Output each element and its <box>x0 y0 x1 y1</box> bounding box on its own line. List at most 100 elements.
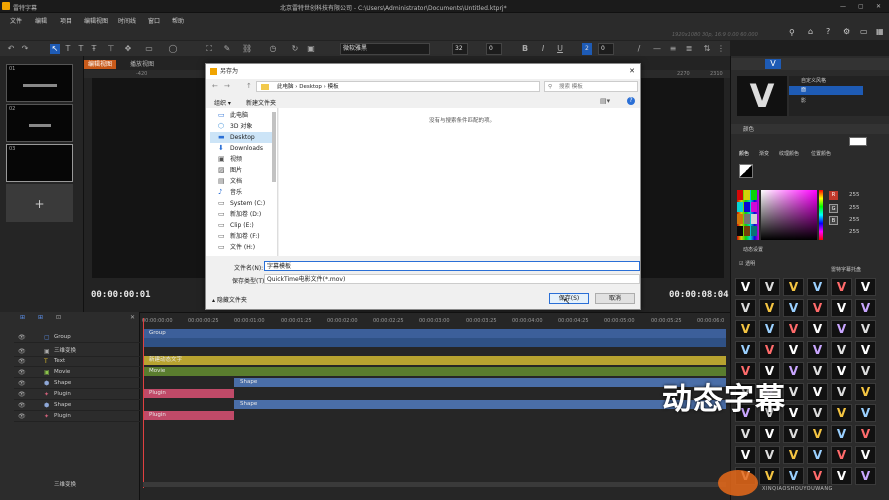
link-tool-icon[interactable]: ⛓ <box>242 44 252 54</box>
breadcrumb-desktop[interactable]: Desktop <box>299 84 322 90</box>
preset-tile[interactable]: V <box>831 320 852 338</box>
palette-swatch[interactable] <box>744 214 750 224</box>
nav-drive-e[interactable]: ▭ Clip (E:) <box>210 220 272 231</box>
color-grid[interactable] <box>737 190 759 240</box>
preset-tile[interactable]: V <box>783 341 804 359</box>
nav-pictures[interactable]: ▨ 图片 <box>210 165 272 176</box>
pen-tool-icon[interactable]: ✎ <box>222 44 232 54</box>
close-icon[interactable]: ✕ <box>629 64 635 79</box>
preset-tile[interactable]: V <box>807 341 828 359</box>
align-right-icon[interactable]: ≡ <box>668 44 678 54</box>
preset-tile[interactable]: V <box>831 404 852 422</box>
filename-input[interactable]: 字幕模板 <box>264 261 640 271</box>
preset-tile[interactable]: V <box>759 299 780 317</box>
clip-plugin-1[interactable]: Plugin <box>143 389 234 398</box>
clip-plugin-2[interactable]: Plugin <box>143 411 234 420</box>
tab-texture-color[interactable]: 纹理颜色 <box>779 150 799 157</box>
settings-icon[interactable]: ⚙ <box>843 27 850 36</box>
font-family-select[interactable]: 微软雅黑 <box>340 43 430 55</box>
preset-tile[interactable]: V <box>831 446 852 464</box>
text-box-tool-icon[interactable]: Ŧ <box>89 44 99 54</box>
preset-tile[interactable]: V <box>855 446 876 464</box>
nav-drive-d[interactable]: ▭ 新加卷 (D:) <box>210 209 272 220</box>
back-icon[interactable]: ← <box>212 82 218 90</box>
menu-window[interactable]: 窗口 <box>148 16 160 25</box>
rotate-tool-icon[interactable]: ↻ <box>290 44 300 54</box>
preset-tile[interactable]: V <box>807 362 828 380</box>
preset-tile[interactable]: V <box>759 278 780 296</box>
ellipse-tool-icon[interactable]: ◯ <box>168 44 178 54</box>
nav-documents[interactable]: ▤ 文档 <box>210 176 272 187</box>
indent-field[interactable]: 0 <box>598 43 614 55</box>
crop-tool-icon[interactable]: ⛶ <box>204 44 214 54</box>
palette-swatch[interactable] <box>751 226 757 236</box>
menu-timeline[interactable]: 时间线 <box>118 16 136 25</box>
preset-tile[interactable]: V <box>807 404 828 422</box>
path-text-tool-icon[interactable]: ⊤ <box>106 44 116 54</box>
clip-text[interactable]: 新建动态文字 <box>143 356 726 365</box>
nav-this-pc[interactable]: ▭ 此电脑 <box>210 110 272 121</box>
rectangle-tool-icon[interactable]: ▭ <box>144 44 154 54</box>
nav-drive-f[interactable]: ▭ 新加卷 (F:) <box>210 231 272 242</box>
search-box[interactable]: ⚲ 搜索 模板 <box>544 81 638 92</box>
close-icon[interactable]: ✕ <box>876 3 881 10</box>
preset-tile[interactable]: V <box>735 278 756 296</box>
timeline-scrollbar[interactable] <box>143 482 726 487</box>
group-icon[interactable]: ⊞ <box>38 314 43 321</box>
style-item-custom[interactable]: 自定义风格 <box>801 77 826 84</box>
lock-icon[interactable]: ⊡ <box>56 314 61 321</box>
preset-tile[interactable]: V <box>855 383 876 401</box>
preset-tile[interactable]: V <box>783 425 804 443</box>
preset-tile[interactable]: V <box>759 425 780 443</box>
preset-tile[interactable]: V <box>855 425 876 443</box>
more-icon[interactable]: ⋮ <box>716 44 726 54</box>
add-scene-button[interactable]: + <box>6 184 73 222</box>
breadcrumb-folder[interactable]: 模板 <box>328 84 339 90</box>
font-size-field[interactable]: 32 <box>452 43 468 55</box>
anim-settings-label[interactable]: 动态设置 <box>743 246 763 253</box>
menu-help[interactable]: 帮助 <box>172 16 184 25</box>
up-icon[interactable]: ↑ <box>246 82 252 90</box>
menu-edit[interactable]: 编辑 <box>35 16 47 25</box>
preset-tile[interactable]: V <box>855 278 876 296</box>
preset-tile[interactable]: V <box>807 446 828 464</box>
palette-swatch[interactable] <box>744 226 750 236</box>
redo-icon[interactable]: ↷ <box>20 44 30 54</box>
nav-3d-objects[interactable]: ⬡ 3D 对象 <box>210 121 272 132</box>
palette-swatch[interactable] <box>737 190 743 200</box>
preset-tile[interactable]: V <box>831 341 852 359</box>
breadcrumb-root[interactable]: 此电脑 <box>277 84 294 90</box>
tab-position-color[interactable]: 位置颜色 <box>811 150 831 157</box>
nav-drive-c[interactable]: ▭ System (C:) <box>210 198 272 209</box>
menu-file[interactable]: 文件 <box>10 16 22 25</box>
color-picker[interactable] <box>761 190 817 240</box>
preset-tile[interactable]: V <box>783 299 804 317</box>
preset-tile[interactable]: V <box>855 320 876 338</box>
preset-tile[interactable]: V <box>855 299 876 317</box>
preset-tile[interactable]: V <box>783 320 804 338</box>
preset-tile[interactable]: V <box>807 383 828 401</box>
palette-swatch[interactable] <box>737 226 743 236</box>
nav-desktop[interactable]: ▬ Desktop <box>210 132 272 143</box>
text-direction-icon[interactable]: ⇅ <box>702 44 712 54</box>
layer-row[interactable]: 👁 ▣ Movie <box>14 367 140 378</box>
preset-tile[interactable]: V <box>807 278 828 296</box>
layer-row[interactable]: 👁 ⬢ Shape <box>14 400 140 411</box>
tab-color[interactable]: 颜色 <box>739 150 749 157</box>
preset-tile[interactable]: V <box>783 362 804 380</box>
preset-tile[interactable]: V <box>735 446 756 464</box>
preset-tile[interactable]: V <box>855 467 876 485</box>
address-bar[interactable]: 此电脑 › Desktop › 模板 <box>256 81 540 92</box>
file-list[interactable]: 没有与搜索条件匹配的项。 <box>279 108 640 256</box>
help-icon[interactable]: ? <box>627 97 635 105</box>
tab-playback-view[interactable]: 播放视图 <box>126 60 158 69</box>
clip-group[interactable]: Group <box>143 329 726 338</box>
preset-tile[interactable]: V <box>831 278 852 296</box>
preset-tile[interactable]: V <box>807 320 828 338</box>
preset-tile[interactable]: V <box>831 299 852 317</box>
home-icon[interactable]: ⌂ <box>808 27 813 36</box>
nav-drive-h[interactable]: ▭ 文件 (H:) <box>210 242 272 253</box>
fg-bg-swatch-icon[interactable] <box>739 164 753 178</box>
clip-transform[interactable] <box>143 338 726 347</box>
preset-tile[interactable]: V <box>783 404 804 422</box>
